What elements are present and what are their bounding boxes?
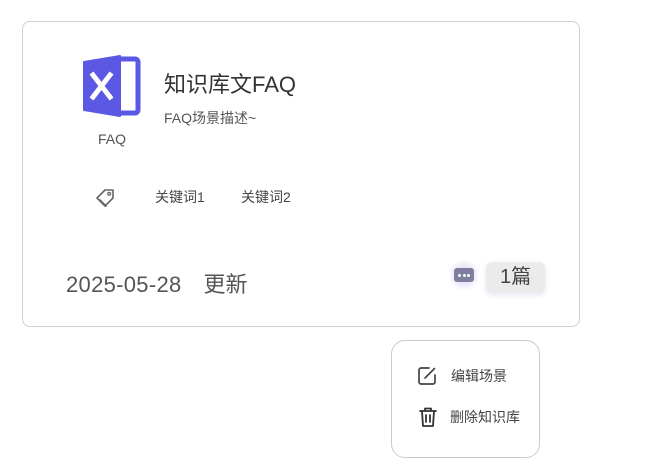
updated-info: 2025-05-28 更新 [66,267,248,299]
updated-label: 更新 [203,272,248,297]
more-icon [454,268,474,282]
menu-item-delete-knowledge-base[interactable]: 删除知识库 [416,405,520,429]
edit-icon [418,367,436,385]
options-menu: 编辑场景 删除知识库 [391,340,540,458]
stage: FAQ 知识库文FAQ FAQ场景描述~ 关键词1 关键词2 2025-05-2… [0,0,668,476]
document-count-badge: 1篇 [486,262,546,293]
excel-file-icon [83,55,141,117]
updated-date: 2025-05-28 [66,272,182,297]
trash-icon [419,407,437,427]
tag-icon [96,189,114,207]
keyword-tag: 关键词2 [241,189,291,205]
file-type-label: FAQ [97,131,126,147]
menu-item-label: 编辑场景 [451,368,507,384]
knowledge-base-card[interactable]: FAQ 知识库文FAQ FAQ场景描述~ 关键词1 关键词2 2025-05-2… [22,21,580,327]
keyword-tag: 关键词1 [155,189,205,205]
card-description: FAQ场景描述~ [164,110,257,126]
menu-item-label: 删除知识库 [450,409,520,425]
more-options-button[interactable] [449,260,479,290]
menu-item-edit-scene[interactable]: 编辑场景 [416,365,507,387]
card-title: 知识库文FAQ [164,72,297,97]
